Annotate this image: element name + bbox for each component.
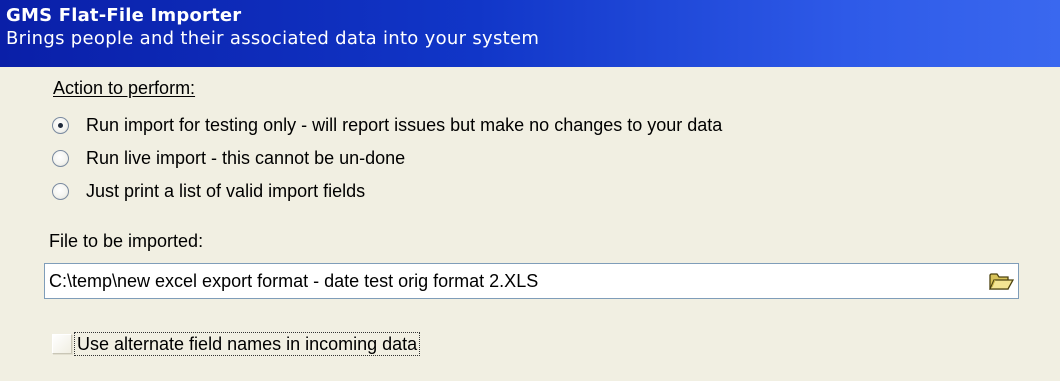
radio-label: Just print a list of valid import fields: [86, 181, 366, 201]
open-folder-icon: [988, 273, 1014, 290]
dialog-title: GMS Flat-File Importer: [6, 5, 242, 26]
radio-button[interactable]: [52, 116, 69, 134]
radio-button[interactable]: [52, 182, 69, 200]
browse-button[interactable]: [984, 264, 1018, 298]
radio-live-import[interactable]: Run live import - this cannot be un-done: [52, 146, 405, 170]
alternate-names-option[interactable]: Use alternate field names in incoming da…: [52, 331, 421, 357]
dialog-subtitle: Brings people and their associated data …: [6, 28, 540, 49]
file-path-value[interactable]: C:\temp\new excel export format - date t…: [49, 270, 538, 292]
radio-label: Run live import - this cannot be un-done: [86, 148, 406, 168]
radio-test-import[interactable]: Run import for testing only - will repor…: [52, 113, 722, 137]
dialog-body: Action to perform: Run import for testin…: [0, 67, 1060, 381]
radio-label: Run import for testing only - will repor…: [86, 115, 723, 135]
radio-print-fields[interactable]: Just print a list of valid import fields: [52, 179, 365, 203]
dialog-header: GMS Flat-File Importer Brings people and…: [0, 0, 1060, 67]
radio-button[interactable]: [52, 149, 69, 167]
action-group-label: Action to perform:: [53, 78, 196, 98]
file-label: File to be imported:: [49, 231, 204, 251]
alternate-names-label[interactable]: Use alternate field names in incoming da…: [73, 332, 421, 356]
alternate-names-checkbox[interactable]: [52, 334, 72, 354]
radio-selected-dot: [58, 122, 63, 128]
file-path-field[interactable]: C:\temp\new excel export format - date t…: [44, 263, 1019, 299]
